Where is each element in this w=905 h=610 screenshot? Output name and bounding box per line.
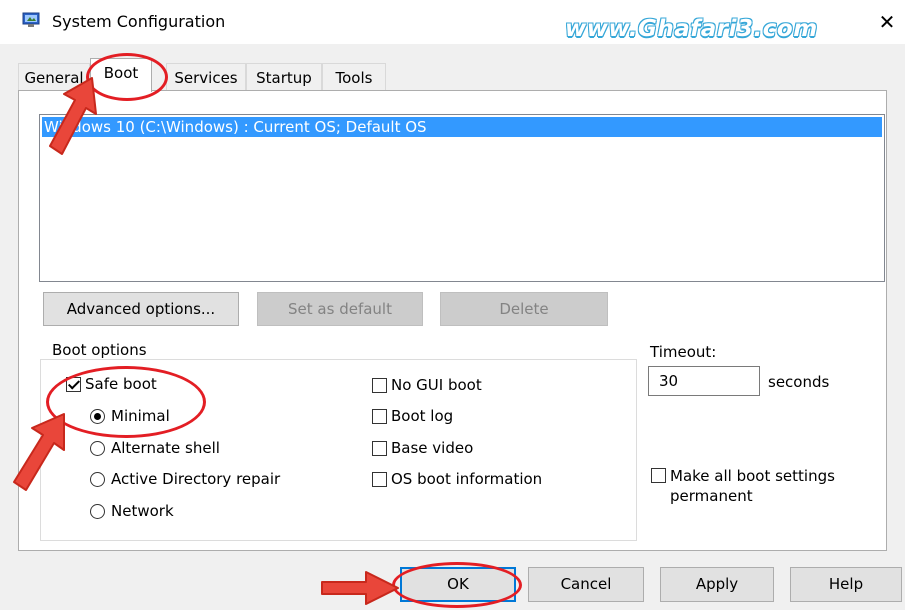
os-list[interactable]: Windows 10 (C:\Windows) : Current OS; De…: [39, 114, 885, 282]
make-permanent-label-line1: Make all boot settings: [670, 467, 835, 485]
minimal-label: Minimal: [111, 407, 170, 425]
tab-general[interactable]: General: [18, 63, 90, 91]
set-as-default-button[interactable]: Set as default: [257, 292, 423, 326]
safe-boot-label: Safe boot: [85, 375, 157, 393]
close-button[interactable]: ✕: [875, 8, 899, 36]
tab-tools[interactable]: Tools: [322, 63, 386, 91]
active-directory-repair-radio[interactable]: Active Directory repair: [90, 470, 280, 488]
radio-circle[interactable]: [90, 440, 105, 456]
delete-button[interactable]: Delete: [440, 292, 608, 326]
timeout-label: Timeout:: [650, 343, 717, 361]
alternate-shell-radio[interactable]: Alternate shell: [90, 439, 220, 457]
app-icon: [22, 12, 40, 27]
radio-circle[interactable]: [90, 503, 105, 519]
checkbox-box[interactable]: [372, 471, 387, 487]
make-permanent-checkbox[interactable]: Make all boot settings permanent: [651, 466, 835, 506]
os-boot-information-checkbox[interactable]: OS boot information: [372, 470, 542, 488]
checkbox-box[interactable]: [372, 440, 387, 456]
boot-options-label: Boot options: [49, 341, 151, 359]
help-button[interactable]: Help: [790, 567, 902, 602]
tab-services[interactable]: Services: [166, 63, 246, 91]
radio-circle[interactable]: [90, 408, 105, 424]
boot-log-label: Boot log: [391, 407, 454, 425]
make-permanent-label-line2: permanent: [670, 487, 753, 505]
advanced-options-button[interactable]: Advanced options...: [43, 292, 239, 326]
safe-boot-checkbox[interactable]: Safe boot: [66, 375, 157, 393]
active-directory-repair-label: Active Directory repair: [111, 470, 281, 488]
minimal-radio[interactable]: Minimal: [90, 407, 170, 425]
network-radio[interactable]: Network: [90, 502, 174, 520]
ok-button[interactable]: OK: [400, 567, 516, 602]
arrow-icon: [321, 571, 399, 605]
seconds-label: seconds: [768, 373, 830, 391]
apply-button[interactable]: Apply: [660, 567, 774, 602]
checkbox-box[interactable]: [372, 408, 387, 424]
network-label: Network: [111, 502, 174, 520]
no-gui-boot-checkbox[interactable]: No GUI boot: [372, 376, 482, 394]
window-title: System Configuration: [52, 12, 226, 31]
cancel-button[interactable]: Cancel: [528, 567, 644, 602]
checkbox-box[interactable]: [651, 468, 666, 483]
os-boot-information-label: OS boot information: [391, 470, 543, 488]
alternate-shell-label: Alternate shell: [111, 439, 220, 457]
timeout-input[interactable]: [648, 366, 760, 396]
checkbox-box[interactable]: [66, 376, 81, 392]
watermark-text: www.Ghafari3.com: [565, 16, 818, 42]
os-list-item[interactable]: Windows 10 (C:\Windows) : Current OS; De…: [42, 117, 882, 137]
boot-log-checkbox[interactable]: Boot log: [372, 407, 453, 425]
no-gui-boot-label: No GUI boot: [391, 376, 482, 394]
checkbox-box[interactable]: [372, 377, 387, 393]
tab-startup[interactable]: Startup: [246, 63, 322, 91]
tab-boot[interactable]: Boot: [90, 58, 152, 92]
base-video-checkbox[interactable]: Base video: [372, 439, 473, 457]
base-video-label: Base video: [391, 439, 474, 457]
radio-circle[interactable]: [90, 471, 105, 487]
